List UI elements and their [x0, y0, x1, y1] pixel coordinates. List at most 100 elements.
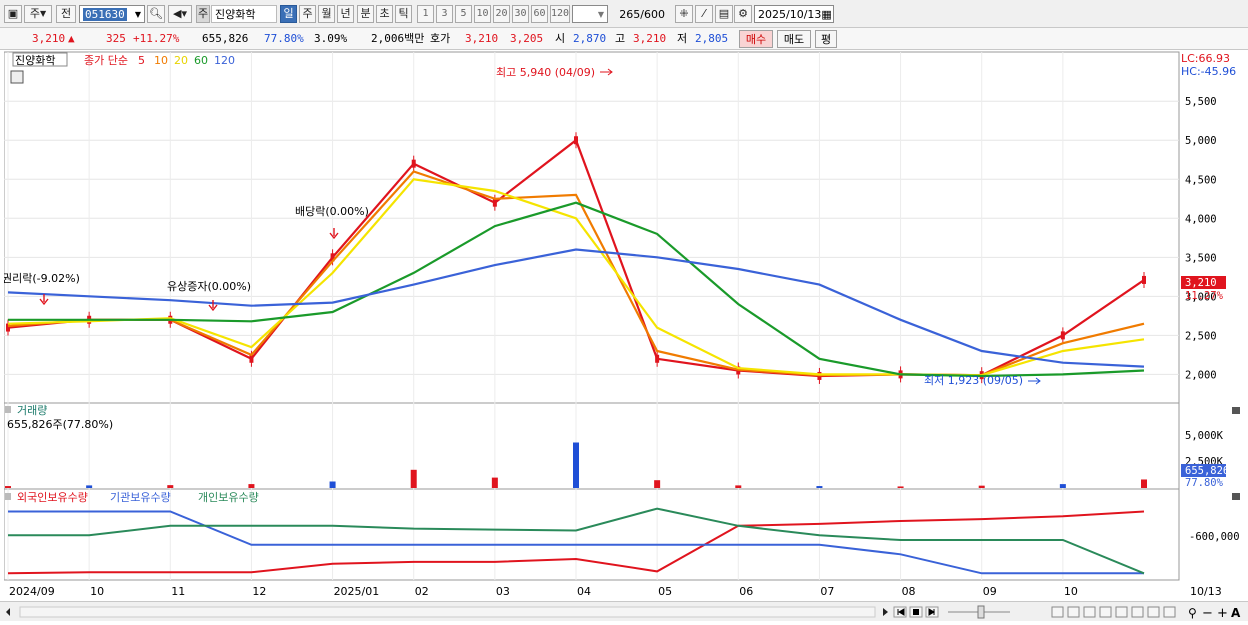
chart-tools-icon[interactable]: ⁜: [675, 5, 693, 23]
stock-chart[interactable]: 진양화학 종가 단순 5 10 20 60 120 LC:66.93 HC:-4…: [2, 50, 1248, 601]
y-tick-label: 5,000: [1185, 135, 1217, 147]
tool-icon: [1051, 606, 1064, 618]
minute-120[interactable]: 120: [550, 5, 570, 23]
y-tick-label: 2,000: [1185, 369, 1217, 381]
high-label: 고: [615, 32, 626, 45]
chevron-down-icon[interactable]: ▼: [135, 10, 141, 19]
ask-price: 3,210: [465, 32, 499, 45]
quote-bar: 3,210 ▲ 325 +11.27% 655,826 77.80% 3.09%…: [0, 28, 1248, 50]
volume-bar: [1059, 484, 1066, 488]
period-week[interactable]: 주: [299, 5, 316, 23]
y-tick-label: 5,500: [1185, 96, 1217, 108]
open-label: 시: [555, 32, 566, 45]
x-tick-label: 2024/09: [9, 585, 55, 598]
search-icon[interactable]: 🔍︎: [147, 5, 165, 23]
market-type-dropdown[interactable]: 주 ▼: [24, 5, 52, 23]
legend-ma10: 10: [154, 54, 168, 67]
holding-institution: 기관보유수량: [110, 491, 171, 504]
minute-20[interactable]: 20: [493, 5, 510, 23]
save-icon[interactable]: ▤: [715, 5, 733, 23]
calendar-icon[interactable]: ▦: [821, 8, 831, 21]
event-dividend: 배당락(0.00%): [295, 205, 369, 218]
period-year[interactable]: 년: [337, 5, 354, 23]
zoom-search-icon[interactable]: ⚲: [1188, 606, 1197, 620]
prev-button[interactable]: 전: [56, 5, 76, 23]
x-tick-label: 10: [90, 585, 104, 598]
period-second[interactable]: 초: [376, 5, 393, 23]
tool-icon: [1131, 606, 1144, 618]
count-display[interactable]: 265/600: [612, 5, 668, 23]
volume-bar: [491, 477, 498, 488]
minute-30[interactable]: 30: [512, 5, 529, 23]
event-capital: 유상증자(0.00%): [167, 280, 251, 293]
custom-period-dropdown[interactable]: ▼: [572, 5, 608, 23]
x-tick-label: 10: [1064, 585, 1078, 598]
legend-title: 종가 단순: [84, 54, 128, 67]
sell-button[interactable]: 매도: [777, 30, 811, 48]
holding-individual: 개인보유수량: [198, 491, 259, 504]
scroll-right-icon[interactable]: [883, 608, 888, 616]
volume-current-tag-label: 655,826: [1185, 465, 1229, 477]
table-icon[interactable]: [10, 70, 24, 84]
period-month[interactable]: 월: [318, 5, 335, 23]
current-price-tag-label: 3,210: [1185, 277, 1217, 289]
draw-line-icon[interactable]: ⁄: [695, 5, 713, 23]
period-minute[interactable]: 분: [357, 5, 374, 23]
stock-code: 051630: [83, 7, 127, 21]
chart-area[interactable]: 진양화학 종가 단순 5 10 20 60 120 LC:66.93 HC:-4…: [2, 50, 1248, 601]
high-annotation: 최고 5,940 (04/09): [496, 66, 595, 79]
x-tick-label: 05: [658, 585, 672, 598]
zoom-slider-handle[interactable]: [977, 605, 985, 619]
minute-60[interactable]: 60: [531, 5, 548, 23]
period-tick[interactable]: 틱: [395, 5, 412, 23]
minute-3[interactable]: 3: [436, 5, 453, 23]
font-size-icon[interactable]: A: [1231, 606, 1241, 620]
volume-value-label: 655,826주(77.80%): [7, 418, 113, 431]
turnover-pct: 3.09%: [314, 32, 348, 45]
x-tick-label: 07: [820, 585, 834, 598]
date-input[interactable]: 2025/10/13 ▦: [754, 5, 834, 23]
zoom-in-icon[interactable]: +: [1217, 606, 1228, 621]
low-label: 저: [677, 32, 688, 45]
current-pct-label: 11.27%: [1185, 290, 1224, 302]
x-tick-label: 12: [252, 585, 266, 598]
speaker-icon[interactable]: ◀▾: [168, 5, 192, 23]
event-rights: 권리락(-9.02%): [4, 272, 80, 285]
date-value: 2025/10/13: [758, 7, 822, 21]
period-day[interactable]: 일: [280, 5, 297, 23]
scroll-bar-svg: ⚲ − + A: [6, 605, 1241, 621]
scroll-bar[interactable]: ⚲ − + A: [0, 601, 1248, 621]
volume-bar: [410, 469, 417, 488]
tool-icon: [1067, 606, 1080, 618]
minute-10[interactable]: 10: [474, 5, 491, 23]
stock-code-input[interactable]: 051630 ▼: [79, 5, 145, 23]
tool-icons: [1051, 606, 1176, 618]
minute-5[interactable]: 5: [455, 5, 472, 23]
evaluate-button[interactable]: 평: [815, 30, 837, 48]
stop-glyph: [913, 609, 919, 615]
zoom-out-icon[interactable]: −: [1202, 606, 1213, 621]
buy-button[interactable]: 매수: [739, 30, 773, 48]
volume-bar: [1141, 479, 1147, 488]
price-change: 325: [106, 32, 126, 45]
up-triangle-icon: ▲: [68, 32, 75, 45]
scroll-track[interactable]: [19, 606, 876, 618]
legend-stock-name: 진양화학: [15, 54, 55, 67]
x-tick-label: 06: [739, 585, 753, 598]
panel-marker-icon: [5, 493, 11, 500]
gear-icon[interactable]: ⚙: [734, 5, 752, 23]
panel-close-icon[interactable]: [1232, 493, 1240, 500]
hc-label: HC:-45.96: [1181, 65, 1236, 78]
scroll-left-icon[interactable]: [6, 608, 10, 616]
current-price: 3,210: [32, 32, 66, 45]
volume-bar: [897, 486, 904, 488]
count-total: /600: [640, 7, 665, 21]
volume-current-pct: 77.80%: [1185, 477, 1224, 489]
window-menu-icon[interactable]: ▣: [4, 5, 22, 23]
panel-close-icon[interactable]: [1232, 407, 1240, 414]
y-ticks: 5,5005,0004,5004,0003,5003,0002,5002,000: [1185, 96, 1217, 381]
minute-1[interactable]: 1: [417, 5, 434, 23]
volume-bar: [654, 480, 661, 488]
y-tick-label: 2,500: [1185, 330, 1217, 342]
low-price: 2,805: [695, 32, 729, 45]
